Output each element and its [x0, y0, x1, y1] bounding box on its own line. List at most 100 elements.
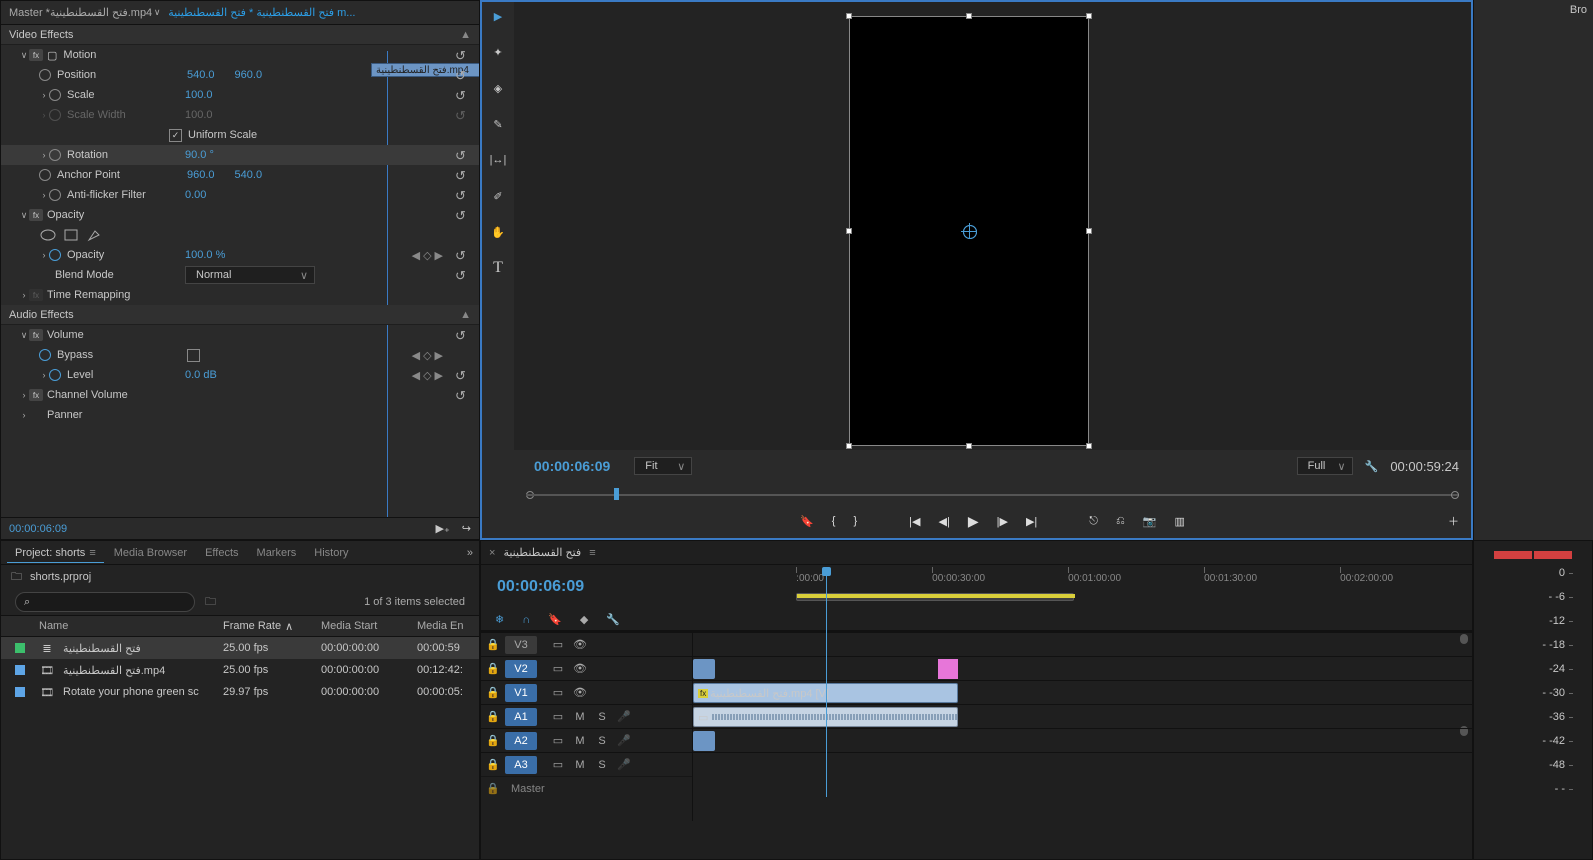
mark-out-icon[interactable]: } — [853, 515, 857, 527]
anchor-y[interactable]: 540.0 — [235, 169, 263, 181]
stopwatch-icon[interactable] — [49, 369, 61, 381]
panel-menu-icon[interactable]: ≡ — [89, 547, 95, 559]
program-timecode[interactable]: 00:00:06:09 — [534, 458, 610, 474]
reset-icon[interactable] — [455, 268, 469, 282]
selection-tool-icon[interactable]: ▶ — [486, 4, 510, 28]
position-x[interactable]: 540.0 — [187, 69, 215, 81]
stopwatch-icon[interactable] — [49, 149, 61, 161]
solo-icon[interactable]: S — [591, 711, 613, 723]
hand-tool-icon[interactable]: ✋ — [486, 220, 510, 244]
linked-selection-icon[interactable]: ∩ — [522, 614, 530, 626]
lift-icon[interactable]: ⎋ — [1089, 515, 1098, 528]
chevron-down-icon[interactable]: ∨ — [152, 7, 162, 18]
reset-icon[interactable] — [455, 108, 469, 122]
play-only-icon[interactable]: ▶₊ — [436, 522, 450, 535]
reset-icon[interactable] — [455, 168, 469, 182]
blend-mode-select[interactable]: Normal ∨ — [185, 266, 315, 284]
col-media-end[interactable]: Media En — [417, 616, 479, 636]
disclosure-icon[interactable]: › — [39, 370, 49, 380]
mark-in-icon[interactable]: { — [832, 515, 836, 527]
antiflicker-value[interactable]: 0.00 — [185, 189, 206, 201]
tab-markers[interactable]: Markers — [249, 543, 305, 563]
track-output-icon[interactable]: ▭ — [547, 734, 569, 747]
comparison-icon[interactable]: ▥ — [1174, 515, 1184, 528]
export-frame-icon[interactable]: 📷 — [1143, 515, 1157, 528]
go-to-in-icon[interactable]: |◀ — [909, 515, 920, 528]
track-label[interactable]: V3 — [505, 636, 537, 654]
panner-row[interactable]: › Panner — [1, 405, 479, 425]
fx-badge-icon[interactable]: fx — [29, 209, 43, 221]
tab-effects[interactable]: Effects — [197, 543, 246, 563]
track-label[interactable]: V2 — [505, 660, 537, 678]
add-marker-icon[interactable]: 🔖 — [548, 613, 562, 626]
sequence-tab[interactable]: فتح القسطنطينية — [503, 546, 581, 559]
ec-timecode[interactable]: 00:00:06:09 — [9, 523, 67, 535]
label-swatch[interactable] — [15, 643, 25, 653]
disclosure-icon[interactable]: › — [39, 150, 49, 160]
type-tool-icon[interactable]: T — [486, 256, 510, 280]
voice-icon[interactable]: 🎤 — [613, 710, 635, 723]
anchor-tool-icon[interactable]: ◈ — [486, 76, 510, 100]
lock-icon[interactable]: 🔒 — [481, 758, 505, 771]
reset-icon[interactable] — [455, 88, 469, 102]
step-fwd-icon[interactable]: |▶ — [997, 515, 1008, 528]
volume-effect-row[interactable]: ∨ fx Volume — [1, 325, 479, 345]
reset-icon[interactable] — [455, 388, 469, 402]
project-row[interactable]: 🎞فتح القسطنطينية.mp425.00 fps00:00:00:00… — [1, 659, 479, 681]
track-header-v2[interactable]: 🔒 V2 ▭ 👁 — [481, 656, 692, 680]
lock-icon[interactable]: 🔒 — [481, 686, 505, 699]
new-bin-icon[interactable]: 🗀 — [205, 593, 216, 612]
anchor-x[interactable]: 960.0 — [187, 169, 215, 181]
play-icon[interactable]: ▶ — [968, 513, 979, 530]
clip-v2[interactable] — [693, 659, 715, 679]
reset-icon[interactable] — [455, 328, 469, 342]
voice-icon[interactable]: 🎤 — [613, 734, 635, 747]
go-to-out-icon[interactable]: ▶| — [1026, 515, 1037, 528]
track-visibility-icon[interactable]: 👁 — [569, 662, 591, 675]
track-output-icon[interactable]: ▭ — [547, 710, 569, 723]
panel-menu-icon[interactable]: ≡ — [589, 547, 595, 559]
stopwatch-icon[interactable] — [39, 169, 51, 181]
reset-icon[interactable] — [455, 148, 469, 162]
mute-icon[interactable]: M — [569, 735, 591, 747]
col-media-start[interactable]: Media Start — [321, 616, 417, 636]
ellipse-mask-icon[interactable] — [39, 229, 57, 242]
label-swatch[interactable] — [15, 687, 25, 697]
track-header-a3[interactable]: 🔒 A3 ▭ M S 🎤 — [481, 752, 692, 776]
voice-icon[interactable]: 🎤 — [613, 758, 635, 771]
opacity-value[interactable]: 100.0 % — [185, 249, 225, 261]
resolution-select[interactable]: Full∨ — [1297, 457, 1353, 475]
track-lane-v1[interactable]: fx فتح القسطنطينية.mp4 [V] — [693, 680, 1472, 704]
mute-icon[interactable]: M — [569, 711, 591, 723]
opacity-effect-row[interactable]: ∨ fx Opacity — [1, 205, 479, 225]
reset-icon[interactable] — [455, 188, 469, 202]
track-output-icon[interactable]: ▭ — [547, 686, 569, 699]
eyedropper-tool-icon[interactable]: ✐ — [486, 184, 510, 208]
col-name[interactable]: Name — [39, 616, 223, 636]
clip-a2[interactable] — [693, 731, 715, 751]
track-output-icon[interactable]: ▭ — [547, 662, 569, 675]
stopwatch-icon[interactable] — [49, 249, 61, 261]
stopwatch-icon[interactable] — [49, 89, 61, 101]
disclosure-icon[interactable]: ∨ — [19, 330, 29, 341]
keyframe-nav[interactable]: ◀◇▶ — [412, 249, 443, 262]
pen-tool-icon[interactable]: ✎ — [486, 112, 510, 136]
fx-badge-icon[interactable]: fx — [29, 329, 43, 341]
ec-source-link[interactable]: فتح القسطنطينية * فتح القسطنطينية m... — [168, 6, 355, 19]
project-row[interactable]: ≣فتح القسطنطينية25.00 fps00:00:00:0000:0… — [1, 637, 479, 659]
reset-icon[interactable] — [455, 368, 469, 382]
track-lane-a2[interactable] — [693, 728, 1472, 752]
track-lane-v2[interactable] — [693, 656, 1472, 680]
stopwatch-icon[interactable] — [39, 349, 51, 361]
track-lane-a1[interactable]: ▭ — [693, 704, 1472, 728]
disclosure-icon[interactable]: › — [39, 90, 49, 100]
project-search-input[interactable]: ⌕ — [15, 592, 195, 612]
lock-icon[interactable]: 🔒 — [481, 782, 505, 795]
lock-icon[interactable]: 🔒 — [481, 638, 505, 651]
lock-icon[interactable]: 🔒 — [481, 734, 505, 747]
disclosure-icon[interactable]: › — [19, 390, 29, 400]
button-editor-icon[interactable]: ＋ — [1448, 513, 1459, 529]
lock-icon[interactable]: 🔒 — [481, 662, 505, 675]
tab-history[interactable]: History — [306, 543, 356, 563]
close-icon[interactable]: × — [489, 547, 495, 559]
